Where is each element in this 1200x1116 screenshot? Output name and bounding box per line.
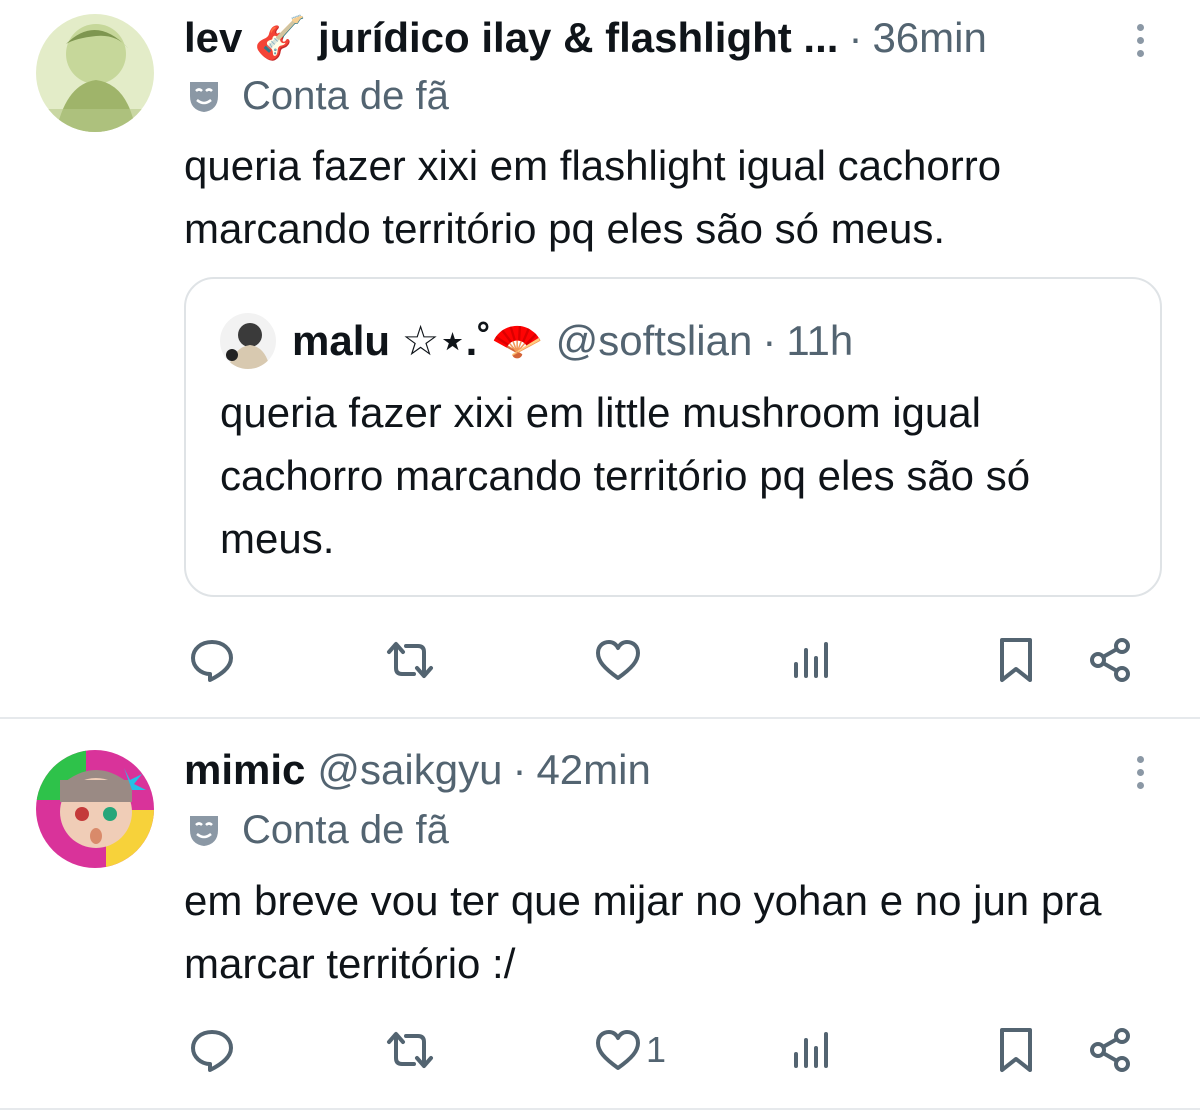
tweet[interactable]: mimic @saikgyu · 42min Conta de fã em br… <box>0 720 1200 1108</box>
quoted-timestamp[interactable]: 11h <box>786 317 853 365</box>
tweet-header: lev 🎸 jurídico ilay & flashlight ... · 3… <box>184 12 1160 64</box>
avatar[interactable] <box>36 750 154 868</box>
retweet-button[interactable] <box>386 630 434 690</box>
theater-mask-icon <box>190 816 218 846</box>
reply-icon <box>191 1030 233 1072</box>
like-button[interactable] <box>594 630 646 690</box>
retweet-button[interactable] <box>386 1020 434 1080</box>
action-bar: 1 <box>184 1020 1144 1080</box>
retweet-icon <box>387 642 433 678</box>
badge-label: Conta de fã <box>242 73 449 118</box>
share-button[interactable] <box>1086 630 1134 690</box>
more-icon[interactable] <box>1120 752 1160 792</box>
avatar-image <box>36 750 154 868</box>
handle[interactable]: @saikgyu <box>317 746 502 794</box>
reply-button[interactable] <box>188 1020 236 1080</box>
badge-label: Conta de fã <box>242 807 449 852</box>
share-button[interactable] <box>1086 1020 1134 1080</box>
fan-account-badge: Conta de fã <box>186 806 449 854</box>
action-bar <box>184 630 1144 690</box>
like-count: 1 <box>646 1029 667 1070</box>
quoted-tweet[interactable]: malu ☆⋆.˚🪭 @softslian · 11h queria fazer… <box>184 277 1162 597</box>
views-button[interactable] <box>788 1020 836 1080</box>
quoted-display-name[interactable]: malu ☆⋆.˚🪭 <box>292 316 544 366</box>
share-icon <box>1090 638 1130 682</box>
fan-account-badge: Conta de fã <box>186 72 449 120</box>
reply-button[interactable] <box>188 630 236 690</box>
bookmark-icon <box>1000 1028 1032 1072</box>
retweet-icon <box>387 1032 433 1068</box>
avatar-image <box>36 14 154 132</box>
theater-mask-icon <box>190 82 218 112</box>
separator-dot: · <box>762 317 777 364</box>
quoted-handle[interactable]: @softslian <box>556 317 753 365</box>
display-name[interactable]: mimic <box>184 746 305 794</box>
timestamp[interactable]: 36min <box>872 14 986 62</box>
views-button[interactable] <box>788 630 836 690</box>
quoted-avatar <box>220 313 276 369</box>
like-icon <box>596 1030 640 1070</box>
quoted-tweet-text: queria fazer xixi em little mushroom igu… <box>220 389 1031 562</box>
tweet-divider <box>0 717 1200 719</box>
bookmark-button[interactable] <box>992 630 1040 690</box>
tweet-text: queria fazer xixi em flashlight igual ca… <box>184 142 1002 252</box>
like-button[interactable]: 1 <box>594 1020 666 1080</box>
tweet-text: em breve vou ter que mijar no yohan e no… <box>184 877 1102 987</box>
separator-dot: · <box>512 746 527 793</box>
tweet-header: mimic @saikgyu · 42min <box>184 744 1160 796</box>
bookmark-button[interactable] <box>992 1020 1040 1080</box>
share-icon <box>1090 1028 1130 1072</box>
views-icon <box>794 642 828 678</box>
avatar[interactable] <box>36 14 154 132</box>
timestamp[interactable]: 42min <box>536 746 650 794</box>
bookmark-icon <box>1000 638 1032 682</box>
reply-icon <box>191 640 233 682</box>
tweet[interactable]: lev 🎸 jurídico ilay & flashlight ... · 3… <box>0 0 1200 718</box>
views-icon <box>794 1032 828 1068</box>
display-name[interactable]: lev 🎸 jurídico ilay & flashlight ... <box>184 14 838 63</box>
tweet-divider <box>0 1108 1200 1110</box>
separator-dot: · <box>848 14 863 61</box>
more-icon[interactable] <box>1120 20 1160 60</box>
quoted-tweet-header: malu ☆⋆.˚🪭 @softslian · 11h <box>220 313 853 369</box>
like-icon <box>596 640 640 680</box>
